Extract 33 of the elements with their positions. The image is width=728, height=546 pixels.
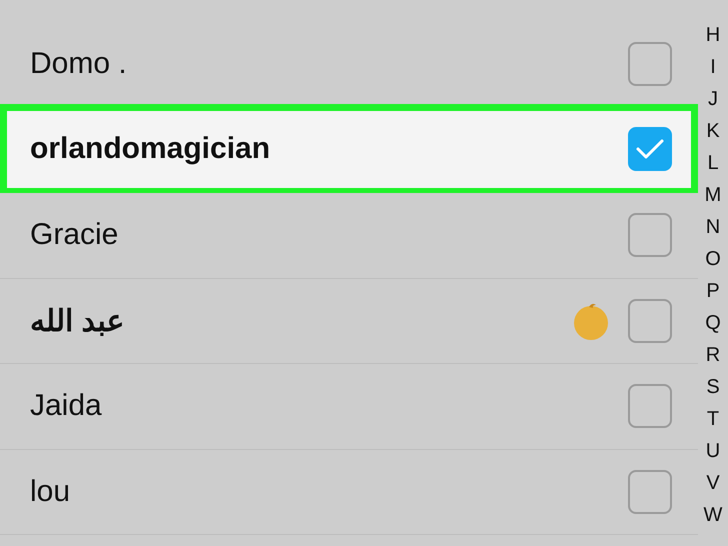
index-letter[interactable]: P [706,275,720,307]
contact-name: lou [30,474,70,509]
checkbox[interactable] [628,470,672,514]
contact-name: Gracie [30,218,118,252]
index-letter[interactable]: I [710,51,716,83]
checkbox[interactable] [628,127,672,172]
contact-name: orlandomagician [30,132,270,166]
checkbox[interactable] [628,213,672,258]
index-letter[interactable]: V [706,467,720,499]
contact-row[interactable]: orlandomagician [0,104,698,195]
check-icon [635,137,665,162]
index-letter[interactable]: L [707,147,719,179]
contact-name: عبد الله [30,304,124,339]
index-letter[interactable]: J [708,83,718,115]
contact-row[interactable]: lou [0,450,698,535]
index-letter[interactable]: Q [705,307,721,339]
index-letter[interactable]: W [704,499,722,531]
index-letter[interactable]: H [706,19,720,51]
index-letter[interactable]: R [706,339,720,371]
index-letter[interactable]: K [706,115,720,147]
contact-row[interactable]: Gracie [0,193,698,278]
index-letter[interactable]: N [706,211,720,243]
contact-name: Domo . [30,47,127,82]
checkbox[interactable] [628,298,672,343]
checkbox[interactable] [628,42,672,86]
contact-name: Jaida [30,389,102,424]
index-letter[interactable]: O [705,243,721,275]
index-letter[interactable]: U [706,435,720,467]
index-letter[interactable]: S [706,371,720,403]
contact-row[interactable]: عبد الله [0,278,698,364]
index-letter[interactable]: T [706,403,720,435]
checkbox[interactable] [628,384,672,428]
index-letter[interactable]: M [704,179,722,211]
